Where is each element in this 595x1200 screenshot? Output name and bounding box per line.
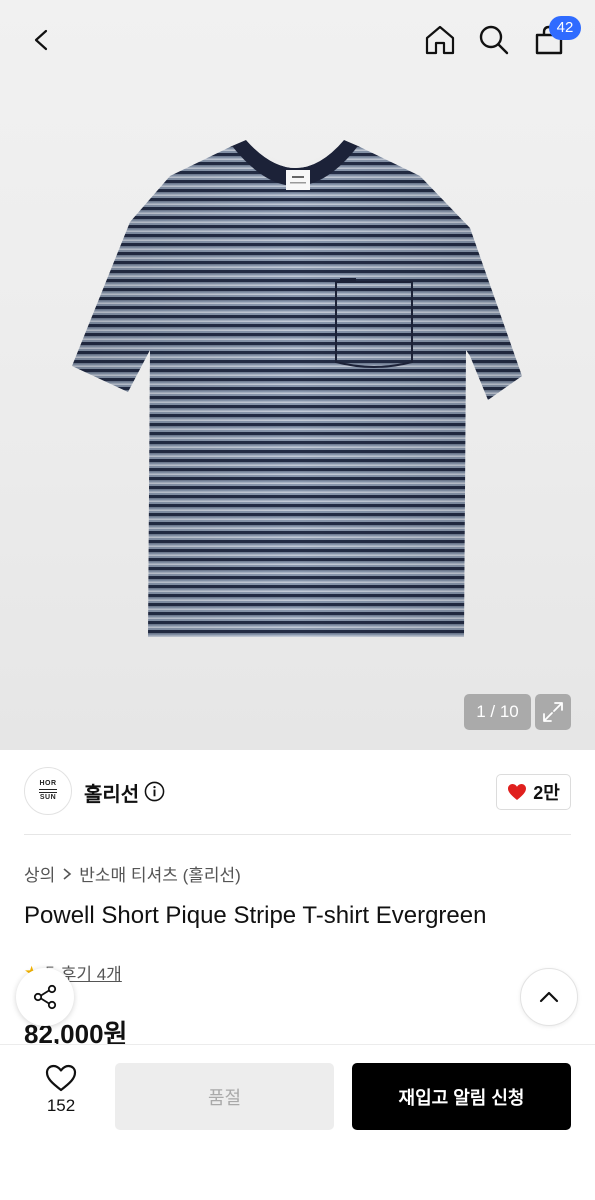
breadcrumb-item-category[interactable]: 상의 [24,861,55,886]
restock-alert-button[interactable]: 재입고 알림 신청 [352,1063,571,1130]
expand-icon [543,702,563,722]
expand-button[interactable] [535,694,571,730]
search-button[interactable] [472,18,516,62]
soldout-button[interactable]: 품절 [115,1063,334,1130]
search-icon [479,25,509,55]
share-button[interactable] [16,968,74,1026]
product-image[interactable]: 42 1 / 10 [0,0,595,750]
chevron-up-icon [539,991,559,1003]
brand-like-button[interactable]: 2만 [496,774,571,810]
brand-logo[interactable]: HOR SUN [24,767,72,815]
brand-name[interactable]: 홀리선 [84,778,139,807]
home-button[interactable] [418,18,462,62]
back-button[interactable] [20,18,64,62]
back-icon [34,29,48,51]
wishlist-button[interactable]: 152 [34,1064,88,1116]
home-icon [425,25,455,55]
scroll-top-button[interactable] [520,968,578,1026]
breadcrumb-item-subcategory[interactable]: 반소매 티셔츠 (홀리선) [79,861,241,886]
wishlist-count: 152 [46,1096,76,1115]
cart-count-badge: 42 [549,16,581,40]
info-icon[interactable] [144,781,165,802]
chevron-right-icon [63,867,72,880]
cart-button[interactable]: 42 [527,16,581,62]
product-title: Powell Short Pique Stripe T-shirt Evergr… [24,902,487,929]
image-counter: 1 / 10 [464,694,531,730]
tshirt-image [72,140,522,637]
breadcrumb: 상의 반소매 티셔츠 (홀리선) [24,861,241,886]
heart-icon [508,784,527,800]
divider [24,834,571,835]
heart-outline-icon [45,1064,77,1092]
share-icon [33,984,57,1010]
brand-likes-count: 2만 [533,783,560,803]
